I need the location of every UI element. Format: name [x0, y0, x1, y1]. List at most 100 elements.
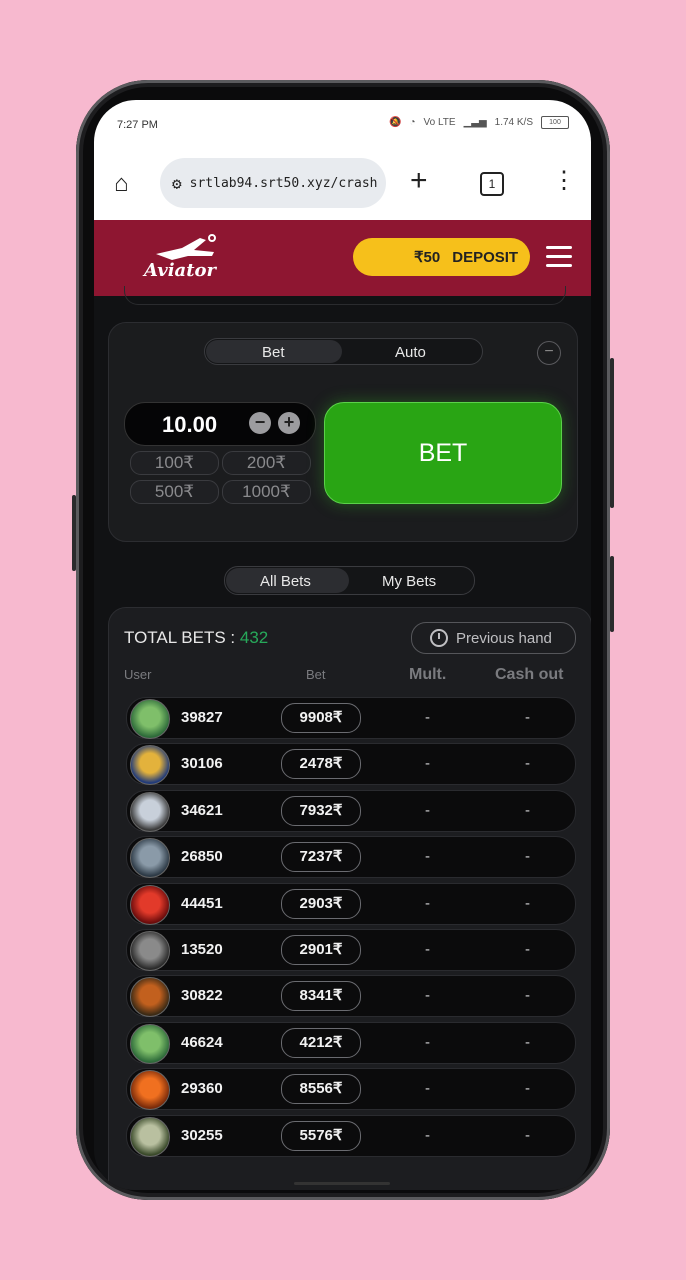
address-bar[interactable]: ⚙ srtlab94.srt50.xyz/crash	[160, 158, 386, 208]
row-cashout: -	[525, 1033, 530, 1051]
column-user: User	[124, 667, 152, 682]
row-bet-amount: 2478₹	[281, 749, 361, 780]
table-row: 30822 8341₹ - -	[126, 975, 576, 1018]
row-user: 26850	[181, 848, 223, 866]
row-bet-amount: 7237₹	[281, 842, 361, 873]
table-row: 44451 2903₹ - -	[126, 882, 576, 925]
row-bet-amount: 2901₹	[281, 935, 361, 965]
table-row: 29360 8556₹ - -	[126, 1068, 576, 1111]
row-cashout: -	[525, 894, 530, 912]
phone-side-button	[610, 556, 614, 632]
screen: 7:27 PM 🔕 ◔ Vo LTE ▁▃▅ 1.74 K/S 100 ⌂ ⚙ …	[94, 100, 591, 1190]
phone-volume-button	[72, 495, 76, 571]
row-cashout: -	[525, 987, 530, 1005]
table-row: 46624 4212₹ - -	[126, 1021, 576, 1064]
row-bet-amount: 5576₹	[281, 1120, 361, 1151]
row-user: 34621	[181, 801, 223, 819]
avatar	[130, 838, 170, 879]
row-cashout: -	[525, 755, 530, 773]
row-bet-amount: 4212₹	[281, 1027, 361, 1058]
table-row: 39827 9908₹ - -	[126, 697, 576, 739]
table-row: 30106 2478₹ - -	[126, 743, 576, 786]
signal-icon: ▁▃▅	[463, 117, 487, 128]
tab-bet[interactable]: Bet	[262, 344, 285, 361]
status-icons: 🔕 ◔ Vo LTE ▁▃▅ 1.74 K/S 100	[389, 116, 569, 129]
quick-amount-200[interactable]: 200₹	[222, 451, 311, 475]
row-user: 46624	[181, 1033, 223, 1051]
row-cashout: -	[525, 709, 530, 726]
home-indicator	[294, 1182, 390, 1185]
row-multiplier: -	[425, 1080, 430, 1098]
row-multiplier: -	[425, 1033, 430, 1051]
quick-amount-1000[interactable]: 1000₹	[222, 480, 311, 504]
previous-hand-button[interactable]: Previous hand	[411, 622, 576, 654]
table-row: 30255 5576₹ - -	[126, 1114, 576, 1157]
row-user: 39827	[181, 709, 223, 726]
total-bets-count: 432	[239, 628, 269, 647]
tab-auto[interactable]: Auto	[395, 344, 426, 361]
logo-text: Aviator	[144, 260, 216, 281]
deposit-label: DEPOSIT	[452, 248, 519, 266]
decrease-stake-icon[interactable]: −	[249, 412, 271, 434]
avatar	[130, 1116, 170, 1157]
row-cashout: -	[525, 1126, 530, 1144]
status-time: 7:27 PM	[117, 119, 158, 131]
row-multiplier: -	[425, 894, 430, 912]
tab-switcher-button[interactable]: 1	[480, 172, 504, 196]
bet-button[interactable]: BET	[324, 402, 562, 504]
row-cashout: -	[525, 848, 530, 866]
deposit-button[interactable]: ₹50 DEPOSIT	[353, 238, 530, 276]
new-tab-icon[interactable]: +	[410, 164, 428, 198]
row-user: 13520	[181, 941, 223, 958]
quick-amount-500[interactable]: 500₹	[130, 480, 219, 504]
row-user: 44451	[181, 894, 223, 912]
row-user: 30822	[181, 987, 223, 1005]
browser-toolbar: ⌂ ⚙ srtlab94.srt50.xyz/crash + 1 ⋮	[94, 150, 591, 220]
more-menu-icon[interactable]: ⋮	[552, 166, 576, 195]
row-multiplier: -	[425, 1126, 430, 1144]
bet-panel: Bet Auto − 10.00 − + 100₹ 200₹ 500₹ 1000…	[108, 322, 578, 542]
increase-stake-icon[interactable]: +	[278, 412, 300, 434]
tab-all-bets[interactable]: All Bets	[260, 573, 311, 590]
hamburger-menu-icon[interactable]	[546, 246, 572, 273]
row-bet-amount: 7932₹	[281, 795, 361, 826]
row-multiplier: -	[425, 801, 430, 819]
table-row: 13520 2901₹ - -	[126, 929, 576, 971]
column-mult: Mult.	[409, 666, 447, 683]
row-cashout: -	[525, 941, 530, 958]
previous-panel-edge	[124, 286, 566, 305]
row-bet-amount: 8556₹	[281, 1074, 361, 1105]
stake-value[interactable]: 10.00	[162, 412, 217, 438]
avatar	[130, 1023, 170, 1064]
status-bar: 7:27 PM 🔕 ◔ Vo LTE ▁▃▅ 1.74 K/S 100	[94, 100, 591, 150]
quick-amount-100[interactable]: 100₹	[130, 451, 219, 475]
stake-stepper: 10.00 − +	[124, 402, 316, 446]
total-bets-label: TOTAL BETS :	[124, 628, 236, 647]
tab-my-bets[interactable]: My Bets	[382, 573, 436, 590]
bets-list-panel: TOTAL BETS : 432 Previous hand User Bet …	[108, 607, 591, 1190]
home-icon[interactable]: ⌂	[114, 170, 129, 198]
row-bet-amount: 8341₹	[281, 981, 361, 1012]
avatar	[130, 931, 170, 971]
remove-panel-icon[interactable]: −	[537, 341, 561, 365]
wifi-icon: ◔	[409, 117, 416, 128]
previous-hand-label: Previous hand	[456, 629, 552, 647]
aviator-logo[interactable]: Aviator	[138, 232, 228, 288]
site-settings-icon[interactable]: ⚙	[172, 174, 182, 193]
row-cashout: -	[525, 1080, 530, 1098]
table-row: 26850 7237₹ - -	[126, 836, 576, 879]
row-user: 29360	[181, 1080, 223, 1098]
row-cashout: -	[525, 801, 530, 819]
avatar	[130, 884, 170, 925]
row-bet-amount: 2903₹	[281, 888, 361, 919]
avatar	[130, 791, 170, 832]
column-bet: Bet	[306, 667, 326, 682]
column-cashout: Cash out	[495, 666, 564, 683]
bets-tab-switch: All Bets My Bets	[224, 566, 475, 595]
bet-mode-switch: Bet Auto	[204, 338, 483, 365]
avatar	[130, 1070, 170, 1111]
row-user: 30106	[181, 755, 223, 773]
row-multiplier: -	[425, 987, 430, 1005]
balance-amount: ₹50	[414, 249, 441, 266]
row-bet-amount: 9908₹	[281, 703, 361, 733]
